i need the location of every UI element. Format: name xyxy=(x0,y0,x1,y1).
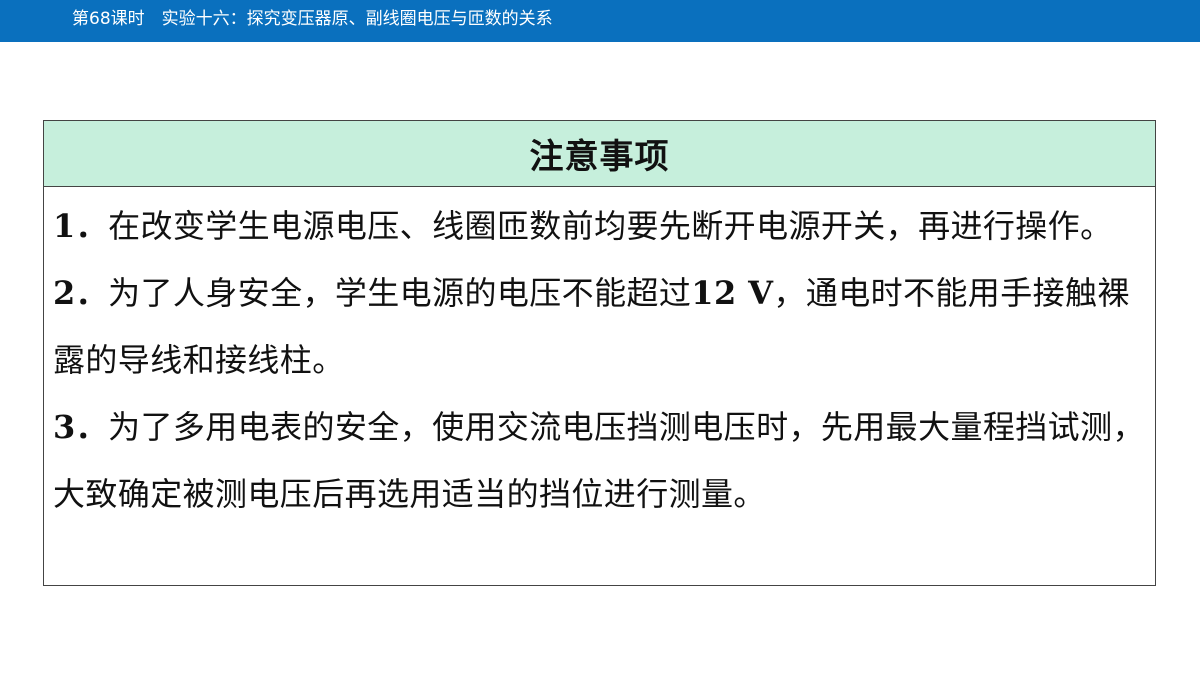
item-text: 在改变学生电源电压、线圈匝数前均要先断开电源开关，再进行操作。 xyxy=(108,207,1113,245)
item-text: 为了多用电表的安全，使用交流电压挡测电压时，先用最大量程挡试测，大致确定被测电压… xyxy=(53,408,1145,513)
notice-item-2: 2．为了人身安全，学生电源的电压不能超过12 V，通电时不能用手接触裸露的导线和… xyxy=(53,260,1147,394)
item-text-before: 为了人身安全，学生电源的电压不能超过 xyxy=(108,274,692,312)
item-number: 1． xyxy=(53,207,109,245)
notice-title: 注意事项 xyxy=(529,137,670,177)
notice-body: 1．在改变学生电源电压、线圈匝数前均要先断开电源开关，再进行操作。 2．为了人身… xyxy=(44,187,1155,528)
notice-table: 注意事项 1．在改变学生电源电压、线圈匝数前均要先断开电源开关，再进行操作。 2… xyxy=(43,120,1156,586)
top-header-bar: 第68课时 实验十六：探究变压器原、副线圈电压与匝数的关系 xyxy=(0,0,1200,42)
lesson-title: 第68课时 实验十六：探究变压器原、副线圈电压与匝数的关系 xyxy=(72,9,553,29)
notice-item-3: 3．为了多用电表的安全，使用交流电压挡测电压时，先用最大量程挡试测，大致确定被测… xyxy=(53,394,1147,528)
notice-header: 注意事项 xyxy=(44,121,1155,187)
voltage-limit-value: 12 V xyxy=(691,274,774,312)
notice-item-1: 1．在改变学生电源电压、线圈匝数前均要先断开电源开关，再进行操作。 xyxy=(53,193,1147,260)
item-number: 2． xyxy=(53,274,109,312)
item-number: 3． xyxy=(53,408,109,446)
